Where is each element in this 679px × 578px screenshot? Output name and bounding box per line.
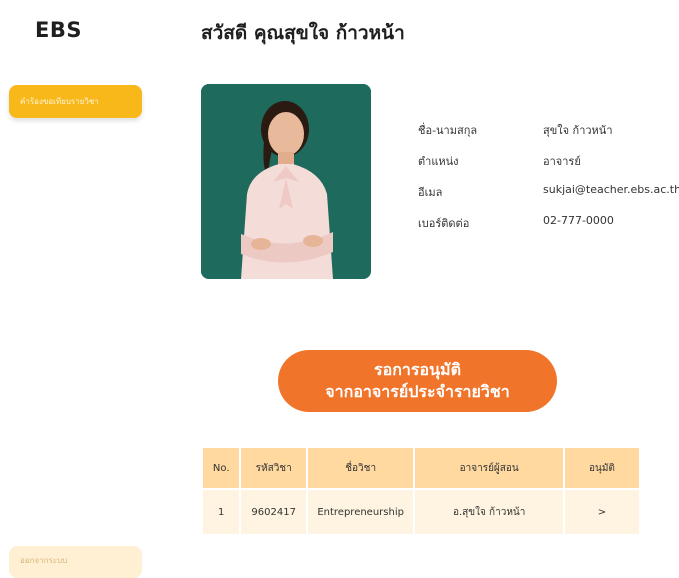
profile-label: ตำแหน่ง — [418, 155, 459, 168]
pending-line-2: จากอาจารย์ประจำรายวิชา — [325, 382, 510, 401]
sidebar-item-label: คำร้องขอเทียบรายวิชา — [20, 97, 99, 106]
profile-label: ชื่อ-นามสกุล — [418, 124, 478, 137]
cell-course-code: 9602417 — [240, 488, 308, 534]
teacher-photo — [201, 84, 371, 279]
profile-value: 02-777-0000 — [543, 214, 614, 227]
table-row: 1 9602417 Entrepreneurship อ.สุขใจ ก้าวห… — [203, 488, 639, 534]
pending-approval-banner: รอการอนุมัติ จากอาจารย์ประจำรายวิชา — [278, 350, 557, 412]
col-header-approve: อนุมัติ — [563, 448, 639, 489]
cell-instructor: อ.สุขใจ ก้าวหน้า — [414, 488, 565, 534]
table-header-row: No. รหัสวิชา ชื่อวิชา อาจารย์ผู้สอน อนุม… — [203, 448, 639, 489]
profile-value: sukjai@teacher.ebs.ac.th — [543, 183, 679, 196]
col-header-course-code: รหัสวิชา — [240, 448, 308, 489]
col-header-course-name: ชื่อวิชา — [306, 448, 416, 489]
logout-button[interactable]: ออกจากระบบ — [9, 546, 142, 578]
col-header-no: No. — [203, 448, 242, 489]
profile-label: อีเมล — [418, 186, 443, 199]
course-table: No. รหัสวิชา ชื่อวิชา อาจารย์ผู้สอน อนุม… — [203, 448, 639, 534]
profile-value: อาจารย์ — [543, 155, 581, 168]
cell-no: 1 — [203, 488, 242, 534]
pending-line-1: รอการอนุมัติ — [374, 360, 461, 379]
logout-label: ออกจากระบบ — [20, 556, 68, 565]
cell-course-name: Entrepreneurship — [306, 488, 416, 534]
col-header-instructor: อาจารย์ผู้สอน — [414, 448, 565, 489]
approve-button[interactable]: > — [563, 488, 639, 534]
page-title: สวัสดี คุณสุขใจ ก้าวหน้า — [201, 22, 405, 44]
sidebar-item-course-transfer-request[interactable]: คำร้องขอเทียบรายวิชา — [9, 85, 142, 118]
profile-value: สุขใจ ก้าวหน้า — [543, 124, 613, 137]
profile-label: เบอร์ติดต่อ — [418, 217, 470, 230]
app-logo: EBS — [35, 18, 82, 42]
